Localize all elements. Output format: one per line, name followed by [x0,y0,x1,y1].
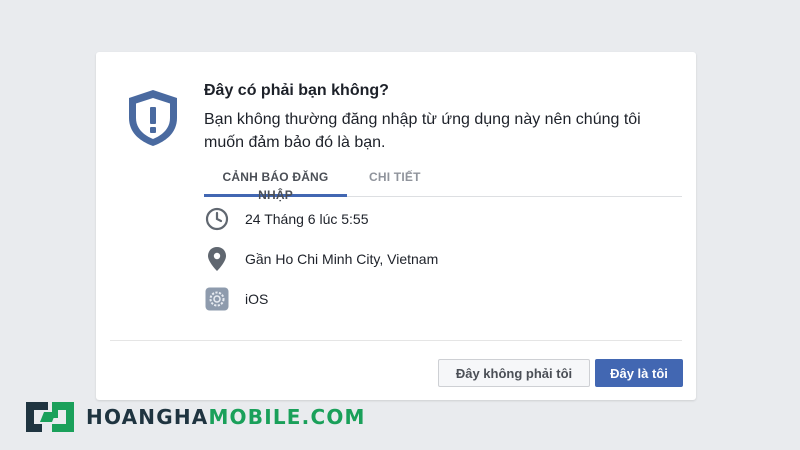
watermark-text-part2: MOBILE.COM [208,405,366,429]
detail-row-time: 24 Tháng 6 lúc 5:55 [204,206,369,232]
dialog-footer: Đây không phải tôi Đây là tôi [110,340,683,401]
tab-details[interactable]: CHI TIẾT [369,168,421,194]
not-me-button[interactable]: Đây không phải tôi [438,359,590,387]
tab-bar: CẢNH BÁO ĐĂNG NHẬP CHI TIẾT [204,166,682,202]
detail-row-device: iOS [204,286,268,312]
location-pin-icon [204,246,230,272]
hoangha-logo-icon [26,402,74,432]
dialog-title: Đây có phải bạn không? [204,82,389,99]
login-alert-dialog: Đây có phải bạn không? Bạn không thường … [96,52,696,400]
detail-device-text: iOS [245,291,269,307]
dialog-description: Bạn không thường đăng nhập từ ứng dụng n… [204,111,641,151]
watermark-text: HOANGHAMOBILE.COM [86,405,366,429]
detail-location-text: Gần Ho Chi Minh City, Vietnam [245,251,439,267]
ios-settings-icon [204,286,230,312]
watermark-text-part1: HOANGHA [86,405,209,429]
detail-row-location: Gần Ho Chi Minh City, Vietnam [204,246,438,272]
clock-icon [204,206,230,232]
tab-login-alert[interactable]: CẢNH BÁO ĐĂNG NHẬP [204,168,347,202]
watermark-logo: HOANGHAMOBILE.COM [22,398,366,436]
detail-time-text: 24 Tháng 6 lúc 5:55 [245,211,369,227]
shield-warning-icon [129,90,177,146]
this-is-me-button[interactable]: Đây là tôi [595,359,683,387]
